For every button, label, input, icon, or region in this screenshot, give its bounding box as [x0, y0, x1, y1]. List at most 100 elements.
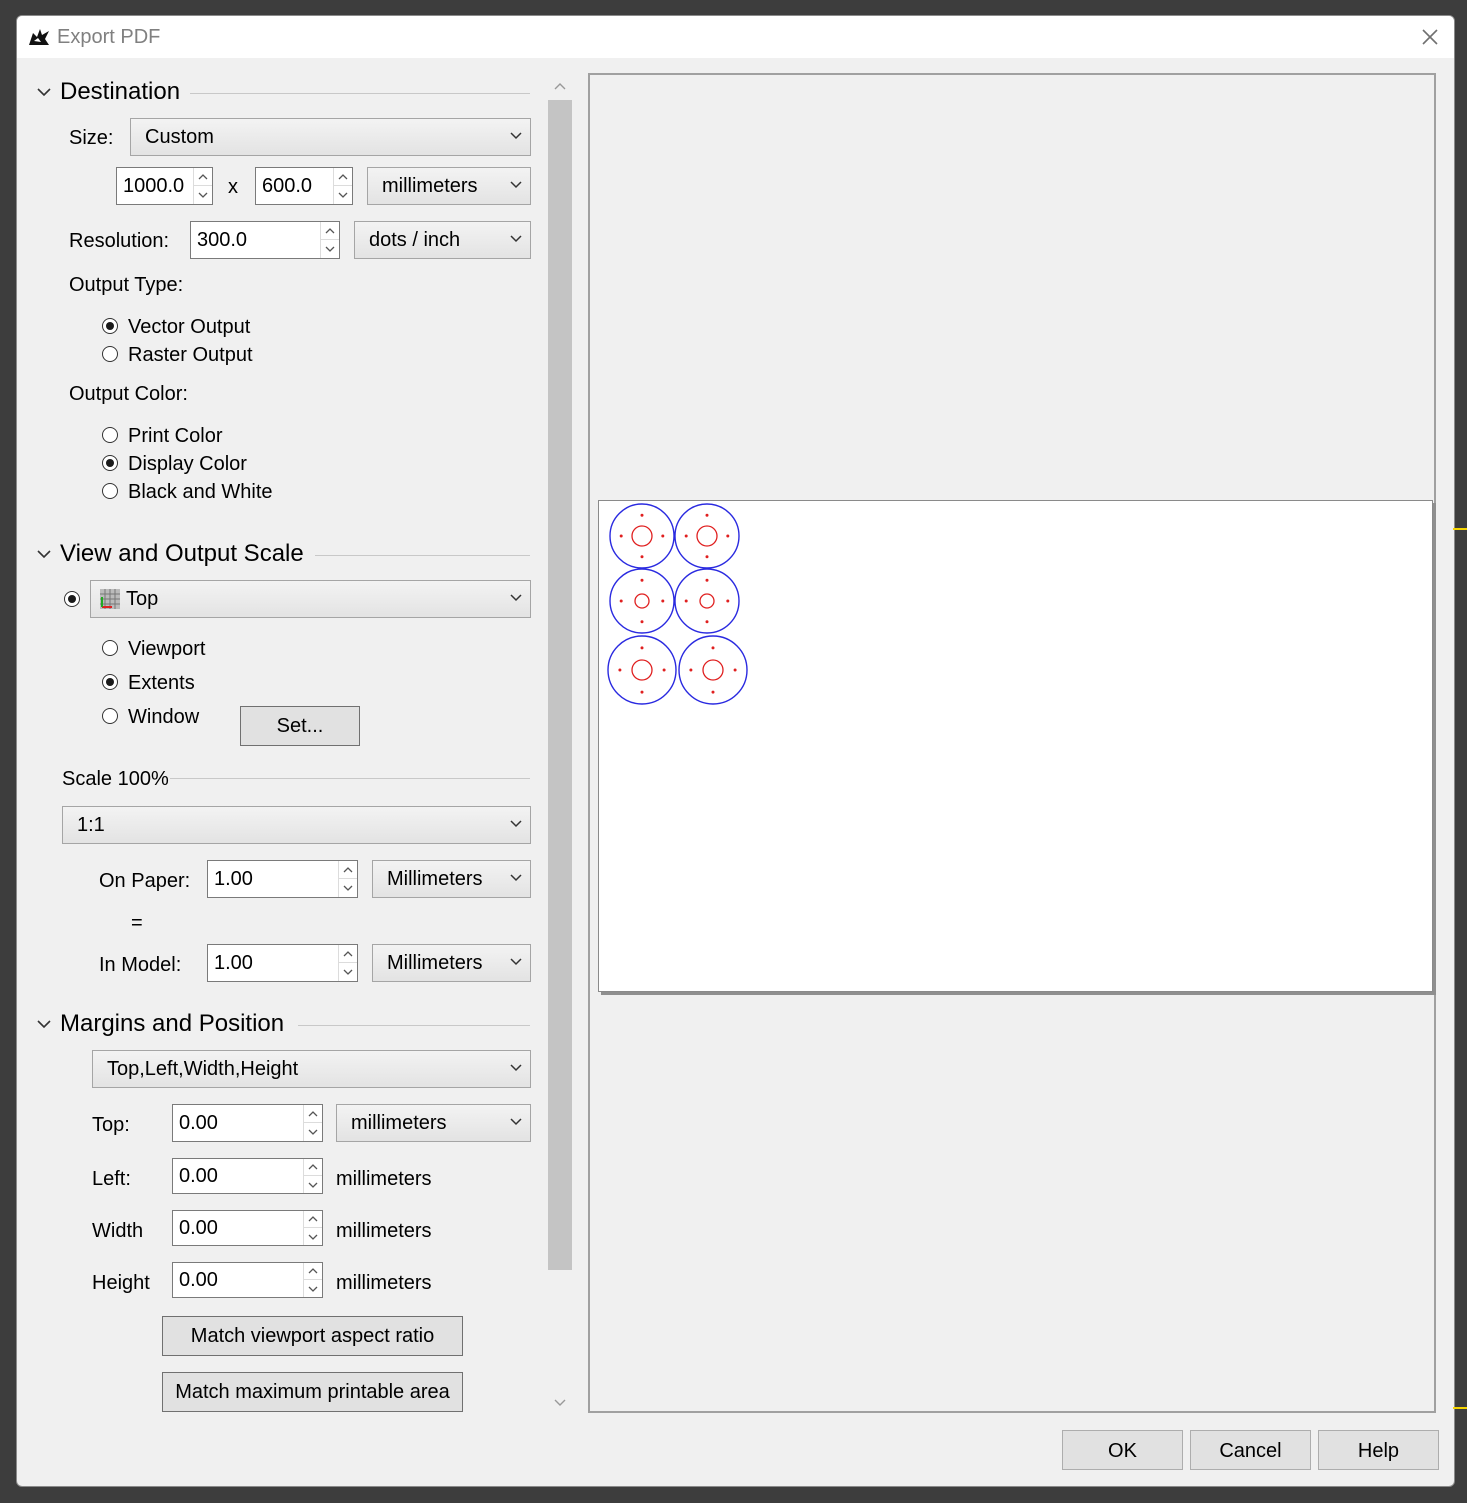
spin-down-icon [308, 1129, 318, 1135]
size-label: Size: [69, 127, 114, 149]
raster-output-label[interactable]: Raster Output [128, 343, 253, 367]
margin-mode-value: Top,Left,Width,Height [107, 1058, 299, 1080]
options-scrollbar-thumb[interactable] [548, 100, 572, 1270]
height-margin-label: Height [92, 1272, 150, 1294]
chevron-down-icon [510, 1118, 522, 1126]
on-paper-stepper[interactable]: 1.00 [207, 860, 358, 898]
margin-unit-dropdown[interactable]: millimeters [336, 1104, 531, 1142]
height-down-button[interactable] [334, 186, 352, 204]
scale-dropdown[interactable]: 1:1 [62, 806, 531, 844]
top-margin-label: Top: [92, 1114, 130, 1136]
top-view-grid-icon [100, 589, 120, 609]
size-unit-dropdown[interactable]: millimeters [367, 167, 531, 205]
top-margin-up-button[interactable] [304, 1105, 322, 1123]
width-margin-up-button[interactable] [304, 1211, 322, 1228]
preview-target [674, 503, 740, 569]
spin-up-icon [343, 866, 353, 872]
spin-down-icon [308, 1182, 318, 1188]
viewport-radio[interactable] [102, 640, 118, 656]
scroll-up-icon[interactable] [553, 81, 567, 91]
match-viewport-aspect-button[interactable]: Match viewport aspect ratio [162, 1316, 463, 1356]
collapse-margins-chevron-icon[interactable] [37, 1019, 51, 1029]
help-button[interactable]: Help [1318, 1430, 1439, 1470]
view-dropdown[interactable]: Top [90, 580, 531, 618]
cancel-button[interactable]: Cancel [1190, 1430, 1311, 1470]
resolution-stepper[interactable]: 300.0 [190, 221, 340, 259]
vector-output-label[interactable]: Vector Output [128, 315, 250, 339]
top-margin-stepper[interactable]: 0.00 [172, 1104, 323, 1142]
on-paper-up-button[interactable] [339, 861, 357, 879]
destination-title: Destination [60, 78, 181, 105]
set-window-button[interactable]: Set... [240, 706, 360, 746]
in-model-stepper[interactable]: 1.00 [207, 944, 358, 982]
resolution-label: Resolution: [69, 230, 170, 252]
resolution-unit-dropdown[interactable]: dots / inch [354, 221, 531, 259]
width-margin-stepper[interactable]: 0.00 [172, 1210, 323, 1246]
preview-drawing [607, 503, 748, 705]
destination-separator [190, 93, 530, 94]
spin-up-icon [308, 1164, 318, 1170]
display-color-radio[interactable] [102, 455, 118, 471]
black-white-label[interactable]: Black and White [128, 480, 273, 504]
on-paper-unit-dropdown[interactable]: Millimeters [372, 860, 531, 898]
width-margin-unit: millimeters [336, 1220, 432, 1242]
in-model-up-button[interactable] [339, 945, 357, 963]
view-separator [315, 555, 530, 556]
vector-output-radio[interactable] [102, 318, 118, 334]
height-margin-value: 0.00 [179, 1269, 218, 1291]
window-label[interactable]: Window [128, 705, 199, 729]
equals-label: = [131, 912, 143, 934]
width-down-button[interactable] [194, 186, 212, 204]
resolution-up-button[interactable] [321, 222, 339, 240]
extents-label[interactable]: Extents [128, 671, 195, 695]
black-white-radio[interactable] [102, 483, 118, 499]
extents-radio[interactable] [102, 674, 118, 690]
height-stepper[interactable]: 600.0 [255, 167, 353, 205]
width-value: 1000.0 [123, 175, 185, 197]
width-up-button[interactable] [194, 168, 212, 186]
height-up-button[interactable] [334, 168, 352, 186]
spin-up-icon [308, 1268, 318, 1274]
preview-target [609, 568, 675, 634]
left-margin-stepper[interactable]: 0.00 [172, 1158, 323, 1194]
width-stepper[interactable]: 1000.0 [116, 167, 213, 205]
viewport-label[interactable]: Viewport [128, 637, 205, 661]
left-margin-up-button[interactable] [304, 1159, 322, 1176]
print-color-label[interactable]: Print Color [128, 424, 222, 448]
size-unit-value: millimeters [382, 175, 478, 197]
in-model-down-button[interactable] [339, 963, 357, 981]
height-margin-down-button[interactable] [304, 1280, 322, 1297]
left-margin-down-button[interactable] [304, 1176, 322, 1193]
margin-mode-dropdown[interactable]: Top,Left,Width,Height [92, 1050, 531, 1088]
height-value: 600.0 [262, 175, 313, 197]
times-label: x [228, 176, 238, 198]
ok-button[interactable]: OK [1062, 1430, 1183, 1470]
in-model-label: In Model: [99, 954, 182, 976]
width-margin-down-button[interactable] [304, 1228, 322, 1245]
preview-target [678, 635, 748, 705]
window-radio[interactable] [102, 708, 118, 724]
spin-up-icon [325, 227, 335, 233]
scale-title: Scale 100% [62, 768, 169, 790]
height-margin-stepper[interactable]: 0.00 [172, 1262, 323, 1298]
scroll-down-icon[interactable] [553, 1398, 567, 1408]
display-color-label[interactable]: Display Color [128, 452, 247, 476]
print-preview-area [588, 73, 1436, 1413]
on-paper-down-button[interactable] [339, 879, 357, 897]
print-color-radio[interactable] [102, 427, 118, 443]
close-button[interactable] [1406, 16, 1454, 58]
top-margin-down-button[interactable] [304, 1123, 322, 1141]
resolution-down-button[interactable] [321, 240, 339, 258]
size-dropdown[interactable]: Custom [130, 118, 531, 156]
chevron-down-icon [510, 820, 522, 828]
in-model-unit-dropdown[interactable]: Millimeters [372, 944, 531, 982]
view-select-radio[interactable] [64, 591, 80, 607]
match-max-printable-button[interactable]: Match maximum printable area [162, 1372, 463, 1412]
chevron-down-icon [510, 958, 522, 966]
raster-output-radio[interactable] [102, 346, 118, 362]
collapse-view-chevron-icon[interactable] [37, 549, 51, 559]
spin-down-icon [198, 192, 208, 198]
height-margin-up-button[interactable] [304, 1263, 322, 1280]
spin-up-icon [343, 950, 353, 956]
collapse-destination-chevron-icon[interactable] [37, 87, 51, 97]
